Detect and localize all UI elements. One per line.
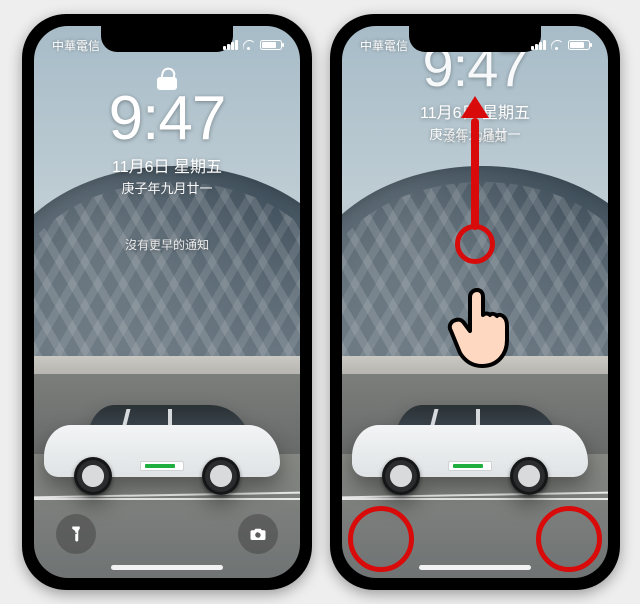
carrier-label: 中華電信 (52, 37, 100, 54)
camera-button[interactable] (238, 514, 278, 554)
time-label: 9:47 (34, 86, 300, 151)
cell-signal-icon (531, 40, 546, 50)
home-indicator[interactable] (419, 565, 531, 570)
wifi-icon (550, 40, 564, 50)
lock-clock: 9:47 11月6日 星期五 庚子年九月廿一 (34, 86, 300, 197)
home-indicator[interactable] (111, 565, 223, 570)
alt-calendar-label: 庚子年九月廿一 (34, 178, 300, 197)
wallpaper-dome (34, 166, 300, 376)
wallpaper-pavement (342, 356, 608, 374)
camera-icon (249, 525, 267, 543)
date-label: 11月6日 星期五 (342, 99, 608, 123)
battery-icon (260, 40, 282, 50)
carrier-label: 中華電信 (360, 37, 408, 54)
no-older-notifications-label: 沒有更早的通知 (34, 236, 300, 253)
lock-screen[interactable]: 中華電信 9:47 11月6日 星期五 庚子年九月廿一 沒有更早的通知 (34, 26, 300, 578)
status-bar: 中華電信 (342, 34, 608, 56)
phone-mock-left: 中華電信 9:47 11月6日 星期五 庚子年九月廿一 沒有更早的通知 (22, 14, 312, 590)
wifi-icon (242, 40, 256, 50)
annotation-circle-missing-camera (536, 506, 602, 572)
date-label: 11月6日 星期五 (34, 153, 300, 177)
flashlight-button[interactable] (56, 514, 96, 554)
annotation-circle-missing-flashlight (348, 506, 414, 572)
wallpaper-car (44, 381, 280, 499)
wallpaper-car (352, 381, 588, 499)
lock-open-icon (157, 66, 177, 90)
flashlight-icon (67, 525, 85, 543)
wallpaper-dome (342, 166, 608, 376)
phone-mock-right: 中華電信 9:47 11月6日 星期五 庚子年九月廿一 沒有 的通知 (330, 14, 620, 590)
lock-screen-swiping[interactable]: 中華電信 9:47 11月6日 星期五 庚子年九月廿一 沒有 的通知 (342, 26, 608, 578)
wallpaper-pavement (34, 356, 300, 374)
no-older-notifications-label: 沒有 的通知 (342, 128, 608, 145)
cell-signal-icon (223, 40, 238, 50)
status-bar: 中華電信 (34, 34, 300, 56)
battery-icon (568, 40, 590, 50)
